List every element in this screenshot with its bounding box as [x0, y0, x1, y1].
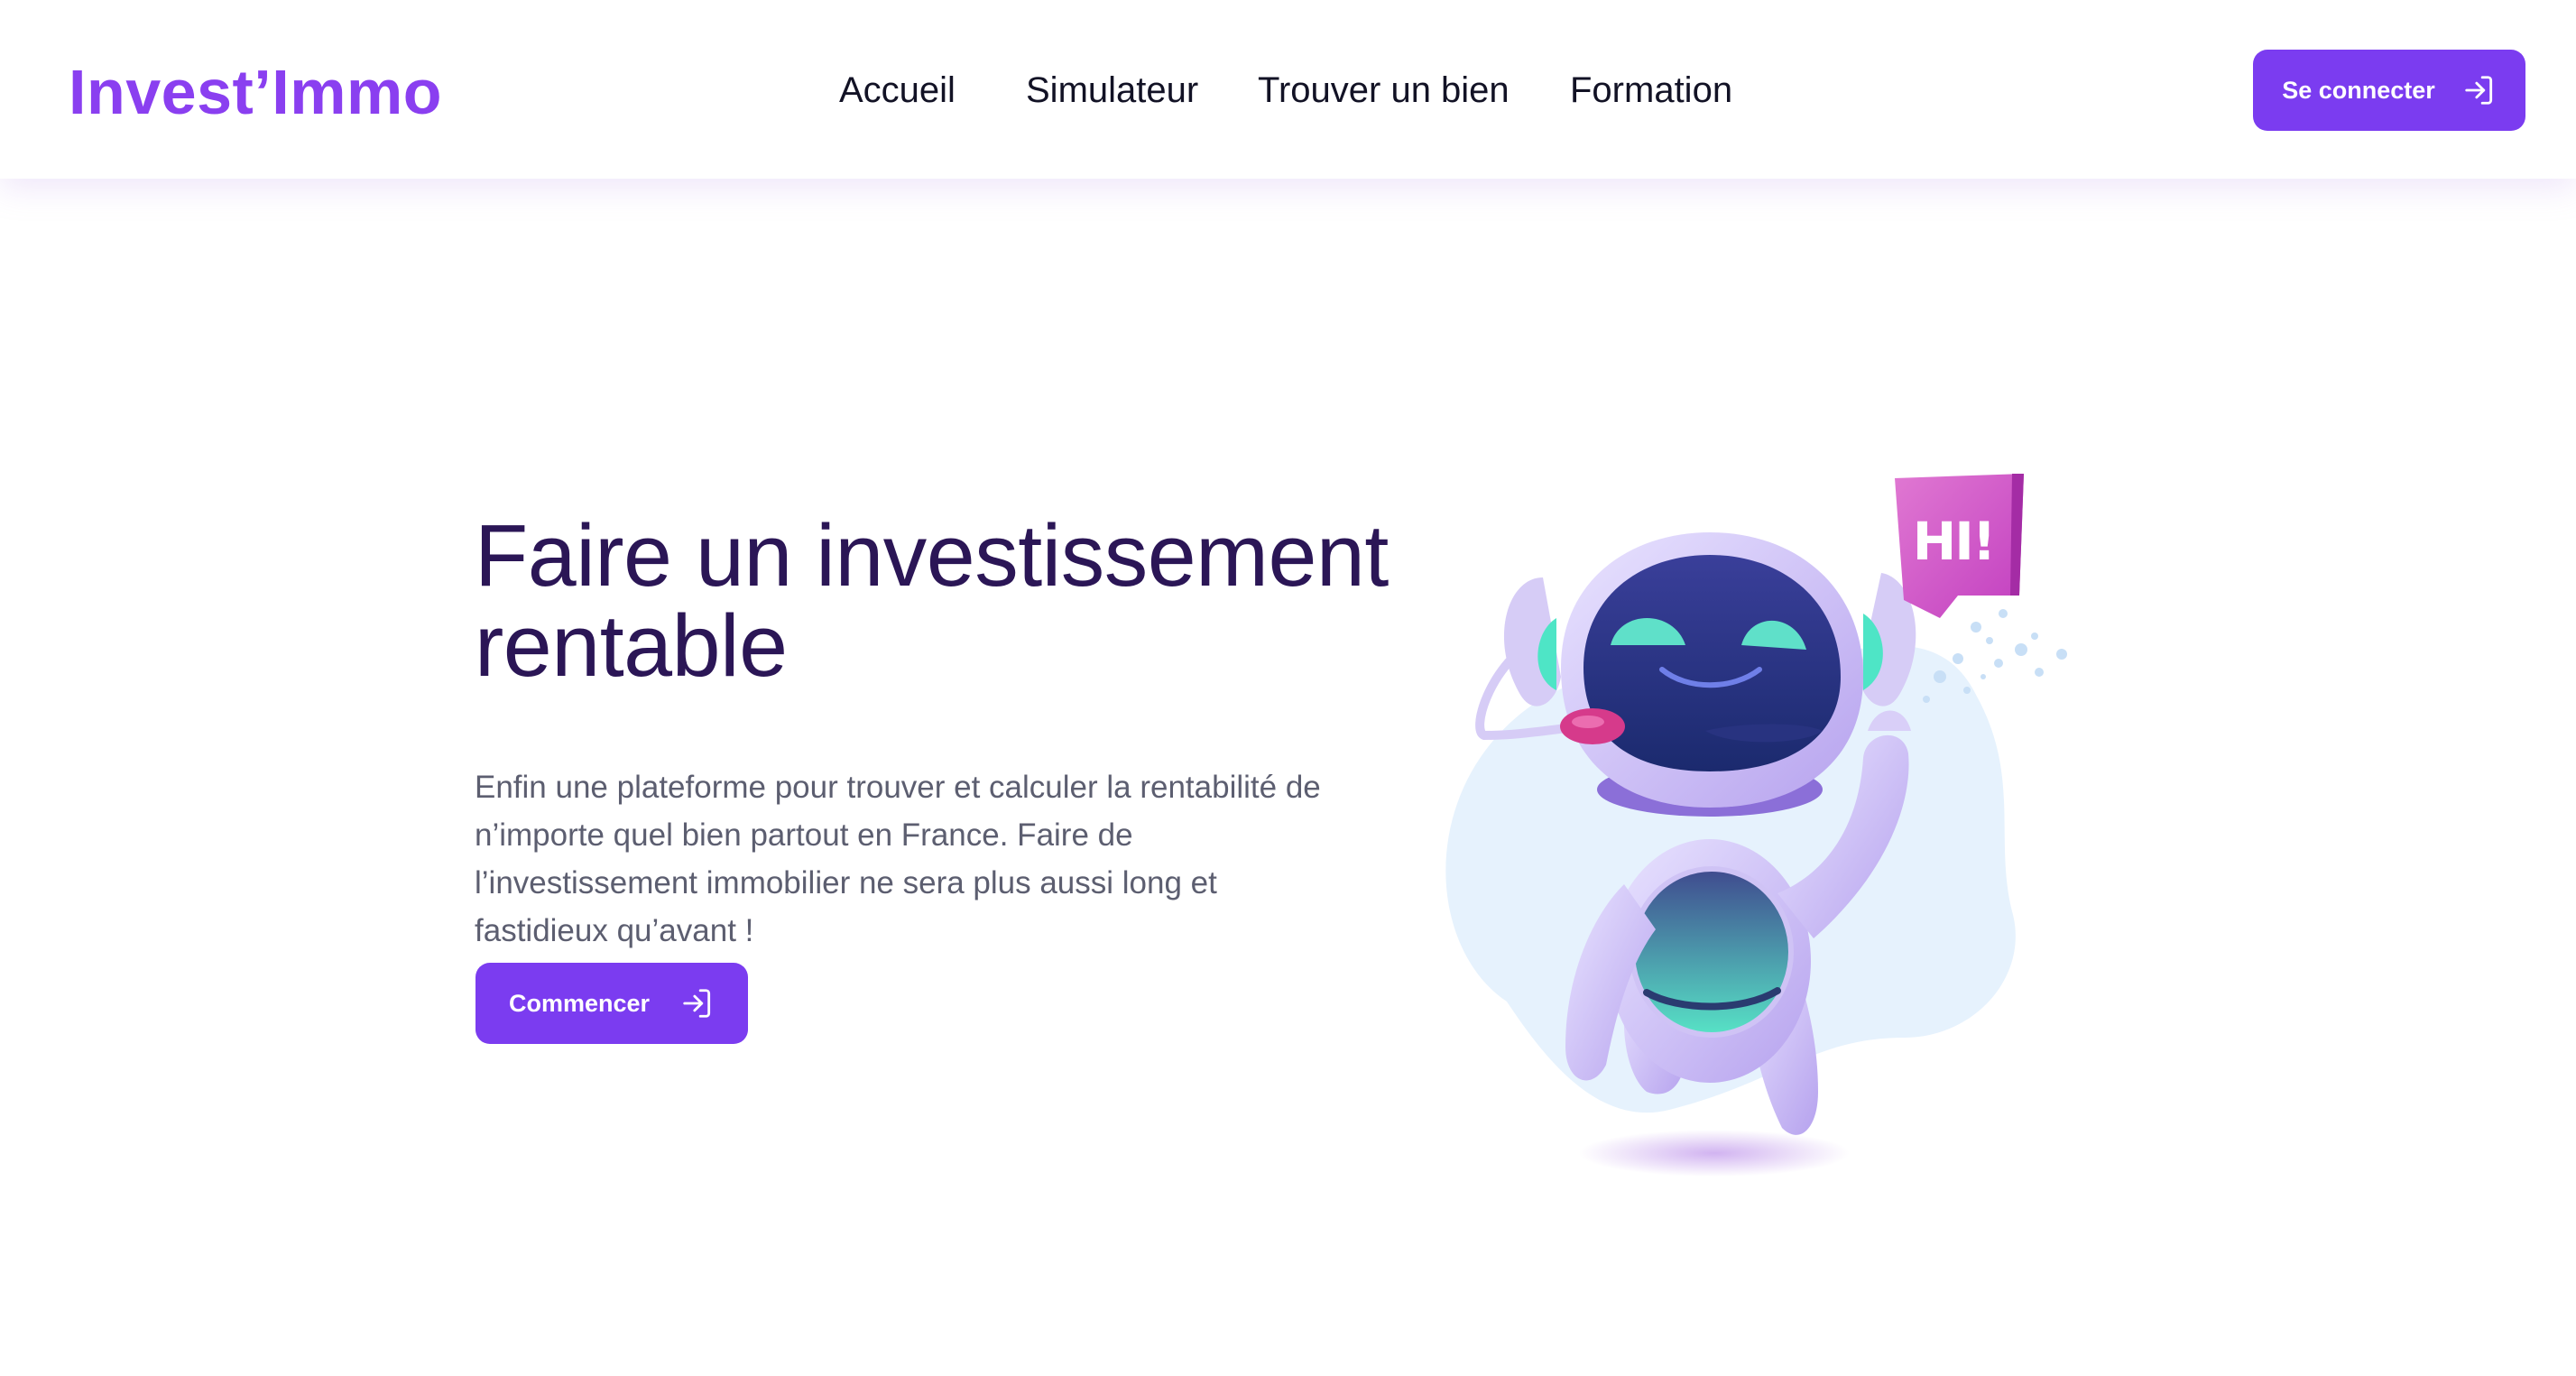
login-button-label: Se connecter [2282, 76, 2435, 104]
login-arrow-icon [2465, 76, 2492, 105]
robot-illustration-svg: HI! [1445, 474, 2067, 1177]
start-button-label: Commencer [508, 989, 651, 1017]
robot-waving-illustration: HI! [1399, 460, 2120, 1200]
robot-visor [1583, 555, 1841, 771]
nav-item-trouver-un-bien[interactable]: Trouver un bien [1258, 63, 1510, 117]
login-button[interactable]: Se connecter [2253, 50, 2525, 131]
start-button[interactable]: Commencer [475, 963, 748, 1044]
hi-bubble-text: HI! [1913, 511, 1995, 572]
nav-item-formation[interactable]: Formation [1570, 63, 1732, 117]
site-header: Invest’Immo Accueil Simulateur Trouver u… [0, 0, 2576, 179]
nav-item-simulateur[interactable]: Simulateur [1026, 63, 1198, 117]
login-arrow-icon [683, 989, 711, 1018]
floor-shadow [1579, 1130, 1850, 1177]
hero-description: Enfin une plateforme pour trouver et cal… [475, 770, 1321, 948]
nav-item-accueil[interactable]: Accueil [839, 63, 956, 117]
hero-title: Faire un investissement rentable [475, 506, 1389, 695]
main-nav: Accueil Simulateur Trouver un bien Forma… [0, 63, 2576, 117]
